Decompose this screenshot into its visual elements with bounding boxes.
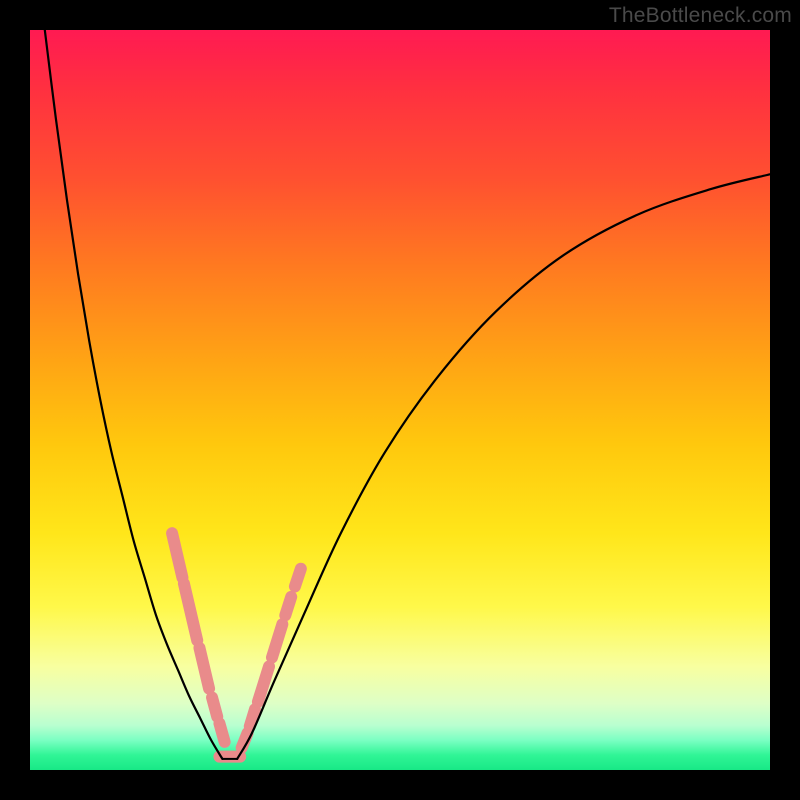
watermark-text: TheBottleneck.com [609,4,792,28]
marker-pill [295,569,301,587]
marker-pill [212,697,217,716]
markers-layer [172,533,301,756]
plot-area [30,30,770,770]
curve-right-branch [237,174,770,759]
chart-svg [30,30,770,770]
marker-pill [199,648,209,689]
marker-pill [184,584,197,641]
marker-pill [285,597,291,616]
curves-layer [45,30,770,759]
marker-pill [172,533,182,577]
marker-pill [219,723,224,742]
chart-frame: TheBottleneck.com [0,0,800,800]
marker-pill [250,709,255,726]
marker-pill [272,624,282,657]
